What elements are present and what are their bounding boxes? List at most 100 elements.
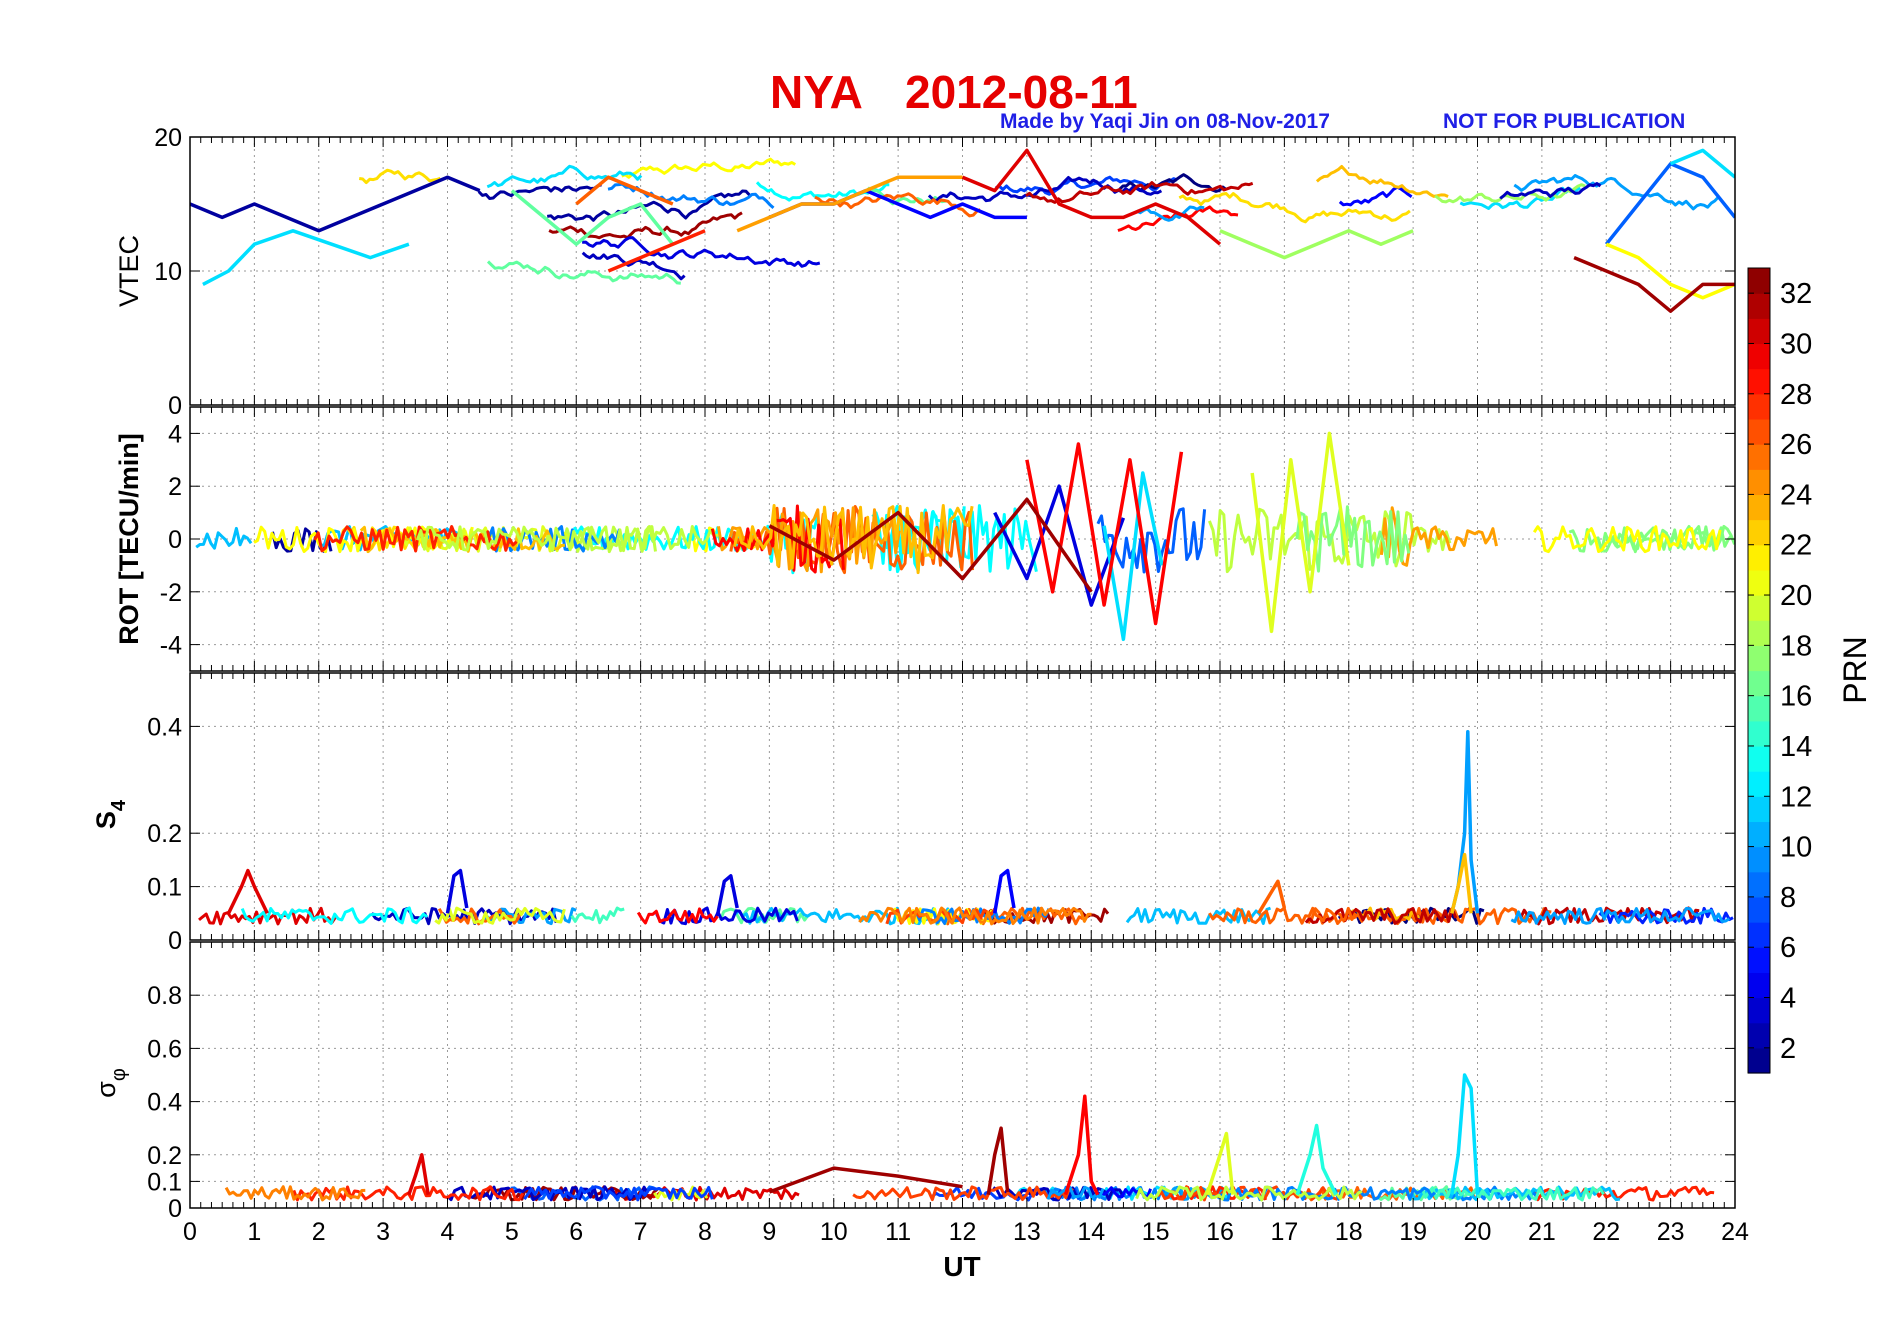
colorbar-tick-label: 28 xyxy=(1780,379,1812,411)
colorbar-segment xyxy=(1748,922,1770,948)
colorbar-segment xyxy=(1748,670,1770,697)
x-tick-label: 4 xyxy=(441,1218,455,1246)
x-tick-label: 21 xyxy=(1528,1218,1556,1246)
colorbar-segment xyxy=(1748,268,1770,294)
colorbar-segment xyxy=(1748,1047,1770,1074)
colorbar-segment xyxy=(1748,796,1770,823)
colorbar-segment xyxy=(1748,293,1770,319)
colorbar-segment xyxy=(1748,519,1770,546)
panel-rot: -4 -2 0 2 4 ROT [TECU/min] xyxy=(114,406,1736,672)
y-tick-label: 0 xyxy=(168,1195,182,1223)
colorbar-segment xyxy=(1748,544,1770,571)
x-tick-label: 24 xyxy=(1721,1218,1749,1246)
panels: 01020VTEC-4-2024ROT [TECU/min]00.10.20.4… xyxy=(91,124,1749,1246)
y-tick-label: 0 xyxy=(168,927,182,955)
colorbar-segment xyxy=(1748,595,1770,621)
colorbar-segment xyxy=(1748,393,1770,420)
y-axis-label: σφ xyxy=(91,1068,130,1098)
y-tick-label: 0.6 xyxy=(147,1035,182,1063)
colorbar-segment xyxy=(1748,569,1770,596)
colorbar-segment xyxy=(1748,695,1770,722)
y-tick-label: 0.8 xyxy=(147,982,182,1010)
colorbar-segment xyxy=(1748,896,1770,923)
y-tick-label: 0.1 xyxy=(147,1168,182,1196)
colorbar-segment xyxy=(1748,444,1770,470)
x-tick-label: 7 xyxy=(634,1218,648,1246)
colorbar-segment xyxy=(1748,871,1770,898)
colorbar-tick-label: 24 xyxy=(1780,479,1812,511)
y-axis-label: VTEC xyxy=(114,235,144,307)
x-tick-label: 8 xyxy=(698,1218,712,1246)
colorbar-tick-label: 16 xyxy=(1780,681,1812,713)
y-axis-label: ROT [TECU/min] xyxy=(114,433,144,644)
colorbar-segment xyxy=(1748,343,1770,370)
x-tick-label: 20 xyxy=(1464,1218,1492,1246)
x-tick-label: 9 xyxy=(762,1218,776,1246)
x-tick-label: 2 xyxy=(312,1218,326,1246)
colorbar-segment xyxy=(1748,318,1770,345)
panel-sigma_phi: 00.10.20.40.60.8σφ0 1 2 3 4 5 6 7 8 9 10 11 12 13 14 15… xyxy=(91,941,1749,1246)
x-tick-label: 13 xyxy=(1013,1218,1041,1246)
colorbar-tick-label: 2 xyxy=(1780,1033,1796,1065)
colorbar-label: PRN xyxy=(1837,636,1873,704)
y-tick-label: 0.1 xyxy=(147,874,182,902)
panel-s4: 0 0.1 0.2 0.4 S4 xyxy=(91,672,1736,955)
colorbar-tick-label: 4 xyxy=(1780,983,1796,1015)
figure: NYA 2012-08-11 Made by Yaqi Jin on 08-No… xyxy=(91,66,1873,1282)
colorbar-segment xyxy=(1748,418,1770,445)
x-axis-label: UT xyxy=(943,1251,980,1282)
colorbar-segment xyxy=(1748,494,1770,521)
x-tick-label: 6 xyxy=(569,1218,583,1246)
colorbar-tick-label: 8 xyxy=(1780,882,1796,914)
colorbar-segment xyxy=(1748,469,1770,496)
y-tick-label: 2 xyxy=(168,473,182,501)
colorbar-segment xyxy=(1748,846,1770,873)
colorbar-tick-label: 22 xyxy=(1780,530,1812,562)
colorbar-tick-label: 26 xyxy=(1780,429,1812,461)
x-tick-label: 23 xyxy=(1657,1218,1685,1246)
y-tick-label: 0.2 xyxy=(147,820,182,848)
y-tick-label: 0.2 xyxy=(147,1142,182,1170)
prn-colorbar: 2468101214161820222426283032PRN xyxy=(1747,267,1873,1074)
colorbar-segment xyxy=(1748,972,1770,999)
colorbar-segment xyxy=(1748,771,1770,797)
x-tick-label: 1 xyxy=(247,1218,261,1246)
colorbar-segment xyxy=(1748,645,1770,672)
panel-vtec: 0 10 20 VTEC xyxy=(114,124,1736,420)
x-tick-label: 16 xyxy=(1206,1218,1234,1246)
colorbar-tick-label: 14 xyxy=(1780,731,1812,763)
x-tick-label: 17 xyxy=(1270,1218,1298,1246)
colorbar-tick-label: 10 xyxy=(1780,832,1812,864)
colorbar-segment xyxy=(1748,947,1770,973)
colorbar-segment xyxy=(1748,821,1770,848)
publication-notice: NOT FOR PUBLICATION xyxy=(1443,110,1685,133)
y-tick-label: -2 xyxy=(160,579,182,607)
x-tick-label: 15 xyxy=(1142,1218,1170,1246)
y-tick-label: -4 xyxy=(160,632,182,660)
colorbar-segment xyxy=(1748,720,1770,747)
colorbar-tick-label: 32 xyxy=(1780,278,1812,310)
x-tick-labels: 0 1 2 3 4 5 6 7 8 9 10 11 12 13 14 15 16 17 18 19 20 21 22 23 24 xyxy=(183,1218,1749,1246)
x-tick-label: 11 xyxy=(885,1218,911,1246)
colorbar-segment xyxy=(1748,997,1770,1024)
x-tick-label: 12 xyxy=(949,1218,977,1246)
y-tick-label: 0 xyxy=(168,392,182,420)
colorbar-segment xyxy=(1748,745,1770,772)
colorbar-tick-label: 12 xyxy=(1780,781,1812,813)
colorbar-tick-label: 18 xyxy=(1780,630,1812,662)
y-tick-label: 10 xyxy=(154,258,182,286)
x-tick-label: 19 xyxy=(1399,1218,1427,1246)
y-tick-label: 20 xyxy=(154,124,182,152)
y-axis-label: S4 xyxy=(91,799,130,829)
colorbar-segment xyxy=(1748,620,1770,646)
colorbar-segment xyxy=(1748,1022,1770,1049)
colorbar-segment xyxy=(1748,368,1770,395)
colorbar-tick-label: 30 xyxy=(1780,328,1812,360)
credit-text: Made by Yaqi Jin on 08-Nov-2017 xyxy=(1000,110,1330,133)
y-tick-label: 0.4 xyxy=(147,713,182,741)
y-tick-label: 0.4 xyxy=(147,1089,182,1117)
y-tick-label: 0 xyxy=(168,526,182,554)
x-tick-label: 18 xyxy=(1335,1218,1363,1246)
x-tick-label: 3 xyxy=(376,1218,390,1246)
x-tick-label: 5 xyxy=(505,1218,519,1246)
